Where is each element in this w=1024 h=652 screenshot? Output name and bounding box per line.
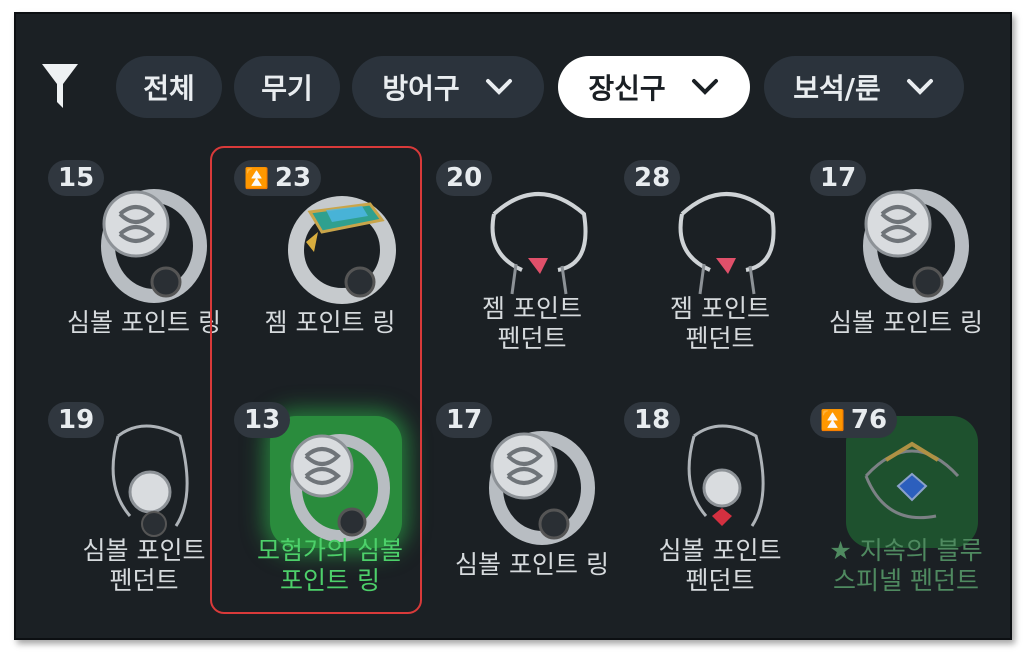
- ring-icon: [84, 174, 216, 306]
- filter-chip-armor[interactable]: 방어구: [352, 56, 544, 118]
- item-name-line1: 젬 포인트: [670, 294, 770, 323]
- item-slot[interactable]: 18 심볼 포인트 펜던트: [620, 394, 820, 619]
- ring-icon: [846, 174, 978, 306]
- filter-chip-accessory-label: 장신구: [588, 72, 666, 105]
- item-slot[interactable]: ⏫ 76 ★ 지속의 블루 스피넬 펜던트: [806, 394, 1006, 619]
- item-name-line2: 펜던트: [685, 566, 755, 595]
- filter-chip-gem-rune-label: 보석/룬: [793, 72, 881, 105]
- ring-icon: [472, 416, 604, 548]
- item-slot[interactable]: 17 심볼 포인트 링: [806, 152, 1006, 377]
- filter-chip-all-label: 전체: [143, 72, 195, 105]
- pendant-icon: [84, 416, 216, 548]
- filter-chip-weapon-label: 무기: [261, 72, 313, 105]
- item-name-line2: 펜던트: [497, 324, 567, 353]
- filter-chip-armor-label: 방어구: [382, 72, 460, 105]
- pendant-icon: [472, 174, 604, 306]
- filter-chip-accessory[interactable]: 장신구: [558, 56, 750, 118]
- chevron-down-icon: [485, 79, 512, 95]
- level-badge: 17: [810, 160, 867, 196]
- level-value: 15: [58, 163, 95, 193]
- level-value: 17: [820, 163, 857, 193]
- level-badge: 18: [624, 402, 681, 438]
- level-badge: ⏫ 76: [810, 402, 898, 438]
- level-value: 17: [446, 405, 483, 435]
- upgrade-arrow-icon: ⏫: [820, 408, 845, 432]
- chevron-down-icon: [906, 79, 933, 95]
- level-badge: 15: [48, 160, 105, 196]
- item-slot[interactable]: 20 젬 포인트 펜던트: [432, 152, 632, 377]
- level-badge: 17: [436, 402, 493, 438]
- level-value: 20: [446, 163, 483, 193]
- filter-chip-all[interactable]: 전체: [116, 56, 222, 118]
- item-name: ★ 지속의 블루 스피넬 펜던트: [806, 536, 1006, 596]
- level-badge: 28: [624, 160, 681, 196]
- level-value: 28: [634, 163, 671, 193]
- item-name-line1: ★ 지속의 블루: [829, 536, 983, 565]
- filter-chip-weapon[interactable]: 무기: [234, 56, 340, 118]
- pendant-icon: [660, 174, 792, 306]
- pendant-icon: [660, 416, 792, 548]
- level-badge: 19: [48, 402, 105, 438]
- level-value: 19: [58, 405, 95, 435]
- item-name: 젬 포인트 펜던트: [432, 294, 632, 354]
- filter-icon[interactable]: [40, 62, 80, 110]
- item-name: 심볼 포인트 링: [829, 308, 983, 337]
- level-value: 18: [634, 405, 671, 435]
- item-slot[interactable]: 28 젬 포인트 펜던트: [620, 152, 820, 377]
- chevron-down-icon: [691, 79, 718, 95]
- level-badge: 20: [436, 160, 493, 196]
- item-name: 심볼 포인트 펜던트: [620, 536, 820, 596]
- level-value: 76: [850, 405, 888, 435]
- filter-chip-gem-rune[interactable]: 보석/룬: [764, 56, 964, 118]
- item-name: 젬 포인트 펜던트: [620, 294, 820, 354]
- item-name-line2: 스피넬 펜던트: [833, 566, 979, 595]
- item-name: 심볼 포인트 링: [455, 550, 609, 579]
- selection-outline: [210, 146, 422, 614]
- item-name-line1: 심볼 포인트: [658, 536, 782, 565]
- item-name-line1: 젬 포인트: [482, 294, 582, 323]
- item-slot[interactable]: 17 심볼 포인트 링: [432, 394, 632, 619]
- item-name-line2: 펜던트: [685, 324, 755, 353]
- inventory-panel: 전체 무기 방어구 장신구 보석/룬 15 심볼 포인트 링 ⏫ 23 젬 포인…: [14, 12, 1012, 640]
